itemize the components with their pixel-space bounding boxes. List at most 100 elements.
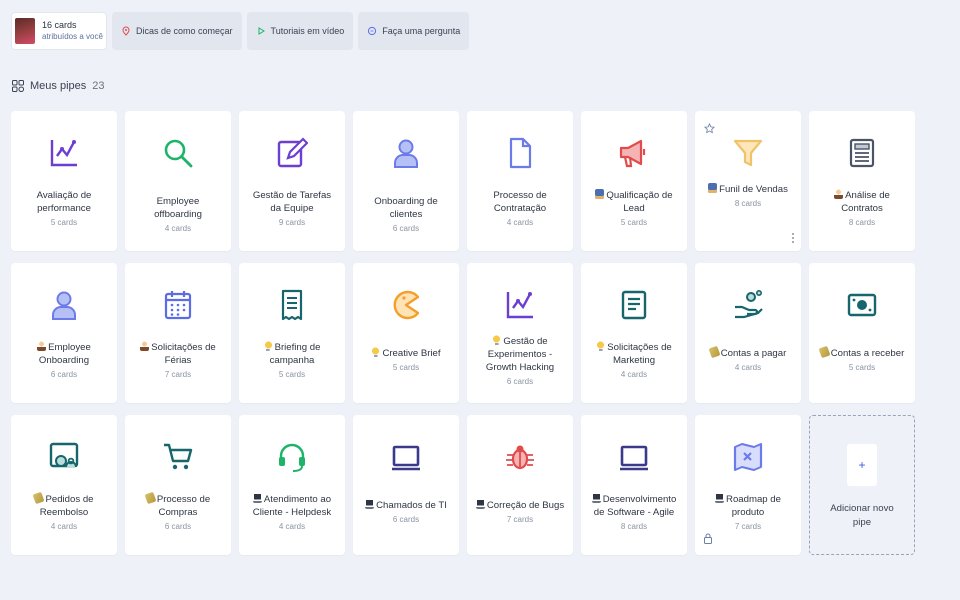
video-tutorials-label: Tutoriais em vídeo: [270, 26, 345, 36]
pipe-count: 6 cards: [506, 377, 534, 386]
pipe-card[interactable]: Avaliação de performance 5 cards: [11, 111, 117, 251]
pipe-card[interactable]: Processo de Compras 6 cards: [125, 415, 231, 555]
cart-icon: [162, 441, 194, 473]
document-icon: [504, 137, 536, 169]
pipe-card[interactable]: Desenvolvimento de Software - Agile 8 car…: [581, 415, 687, 555]
pipe-card[interactable]: Solicitações de Marketing 4 cards: [581, 263, 687, 403]
pipe-name: Análise de Contratos: [809, 189, 915, 215]
clipboard-emoji-icon: [708, 183, 718, 193]
pipe-name-text: Chamados de TI: [376, 500, 447, 511]
pipe-name: Gestão de Tarefas da Equipe: [252, 190, 332, 214]
my-pipes-header: Meus pipes 23: [12, 80, 105, 92]
star-icon[interactable]: [704, 123, 715, 134]
pipe-card[interactable]: Atendimento ao Cliente - Helpdesk 4 cards: [239, 415, 345, 555]
pipe-name-text: Análise de Contratos: [841, 190, 890, 214]
pipe-count: 8 cards: [848, 218, 876, 227]
pipe-card[interactable]: Funil de Vendas 8 cards: [695, 111, 801, 251]
pipe-card[interactable]: Gestão de Experimentos - Growth Hacking 6…: [467, 263, 573, 403]
pipe-name: Solicitações de Férias: [125, 341, 231, 367]
add-pipe-button[interactable]: + Adicionar novo pipe: [809, 415, 915, 555]
pipe-card[interactable]: Employee Onboarding 6 cards: [11, 263, 117, 403]
money-emoji-icon: [818, 345, 831, 359]
pipe-name-text: Solicitações de Marketing: [607, 342, 672, 366]
ask-question-button[interactable]: Faça uma pergunta: [358, 12, 470, 50]
megaphone-icon: [618, 137, 650, 169]
pipe-name: Onboarding de clientes: [374, 196, 438, 220]
assigned-cards-button[interactable]: 16 cards atribuídos a você: [11, 12, 107, 50]
pipe-card[interactable]: Briefing de campanha 5 cards: [239, 263, 345, 403]
pipe-count: 5 cards: [392, 363, 420, 372]
money-bill-icon: [846, 289, 878, 321]
funnel-icon: [732, 137, 764, 169]
pipe-card[interactable]: Análise de Contratos 8 cards: [809, 111, 915, 251]
pipe-card[interactable]: Employee offboarding 4 cards: [125, 111, 231, 251]
assigned-cards-label: atribuídos a você: [42, 32, 103, 41]
map-icon: [732, 441, 764, 473]
ask-question-label: Faça uma pergunta: [382, 26, 461, 36]
pipe-name-text: Desenvolvimento de Software - Agile: [593, 494, 677, 518]
pipe-name-text: Contas a receber: [830, 348, 905, 359]
pipe-card[interactable]: Contas a pagar 4 cards: [695, 263, 801, 403]
assigned-cards-count: 16 cards: [42, 20, 77, 30]
pipe-card[interactable]: Processo de Contratação 4 cards: [467, 111, 573, 251]
line-chart-icon: [504, 289, 536, 321]
avatar: [15, 18, 35, 44]
pipe-card[interactable]: Pedidos de Reembolso 4 cards: [11, 415, 117, 555]
lightbulb-emoji-icon: [596, 341, 606, 351]
my-pipes-count: 23: [92, 80, 105, 92]
pipe-card[interactable]: Chamados de TI 6 cards: [353, 415, 459, 555]
pipe-card[interactable]: Gestão de Tarefas da Equipe 9 cards: [239, 111, 345, 251]
bug-icon: [504, 441, 536, 473]
pipe-name-text: Processo de Compras: [156, 494, 211, 518]
pipe-count: 7 cards: [506, 515, 534, 524]
pipe-count: 6 cards: [50, 370, 78, 379]
pipe-name: Processo de Compras: [125, 491, 231, 519]
pipe-name-text: Contas a pagar: [720, 348, 787, 359]
search-icon: [162, 137, 194, 169]
pipe-name: Pedidos de Reembolso: [11, 491, 117, 519]
tips-button[interactable]: Dicas de como começar: [112, 12, 242, 50]
pipe-count: 4 cards: [734, 363, 762, 372]
pipe-name-text: Creative Brief: [382, 348, 441, 359]
pipe-name: Processo de Contratação: [493, 190, 547, 214]
lightbulb-emoji-icon: [371, 347, 381, 357]
pacman-icon: [390, 289, 422, 321]
line-chart-icon: [48, 137, 80, 169]
person-emoji-icon: [37, 341, 47, 351]
pipe-card[interactable]: Correção de Bugs 7 cards: [467, 415, 573, 555]
pipe-card[interactable]: Creative Brief 5 cards: [353, 263, 459, 403]
pipe-name-text: Qualificação de Lead: [606, 190, 673, 214]
pipe-count: 4 cards: [164, 224, 192, 233]
pipe-count: 4 cards: [620, 370, 648, 379]
pipe-count: 6 cards: [392, 224, 420, 233]
pipe-name: Desenvolvimento de Software - Agile: [581, 493, 687, 519]
pipe-card[interactable]: Roadmap de produto 7 cards: [695, 415, 801, 555]
pipe-name: Atendimento ao Cliente - Helpdesk: [239, 493, 345, 519]
calendar-icon: [162, 289, 194, 321]
pipe-card[interactable]: Solicitações de Férias 7 cards: [125, 263, 231, 403]
apps-grid-icon: [12, 80, 24, 92]
lightbulb-emoji-icon: [492, 335, 502, 345]
pipe-count: 4 cards: [278, 522, 306, 531]
pipe-card[interactable]: Contas a receber 5 cards: [809, 263, 915, 403]
money-emoji-icon: [708, 345, 721, 359]
pipe-count: 8 cards: [620, 522, 648, 531]
clipboard-emoji-icon: [595, 189, 605, 199]
document-lines-icon: [618, 289, 650, 321]
pipe-name: Contas a pagar: [702, 345, 795, 360]
add-pipe-plus[interactable]: +: [847, 444, 877, 486]
laptop-emoji-icon: [252, 493, 262, 503]
pipe-card[interactable]: Qualificação de Lead 5 cards: [581, 111, 687, 251]
pipe-count: 5 cards: [50, 218, 78, 227]
more-options-icon[interactable]: [791, 232, 795, 244]
laptop-emoji-icon: [365, 499, 375, 509]
pipe-count: 5 cards: [848, 363, 876, 372]
add-pipe-label: Adicionar novo pipe: [830, 503, 894, 528]
pipe-count: 5 cards: [620, 218, 648, 227]
video-tutorials-button[interactable]: Tutoriais em vídeo: [246, 12, 354, 50]
pipe-name-text: Atendimento ao Cliente - Helpdesk: [252, 494, 332, 518]
pipe-count: 6 cards: [164, 522, 192, 531]
chat-icon: [367, 26, 377, 36]
pipe-name-text: Employee Onboarding: [38, 342, 91, 366]
pipe-card[interactable]: Onboarding de clientes 6 cards: [353, 111, 459, 251]
